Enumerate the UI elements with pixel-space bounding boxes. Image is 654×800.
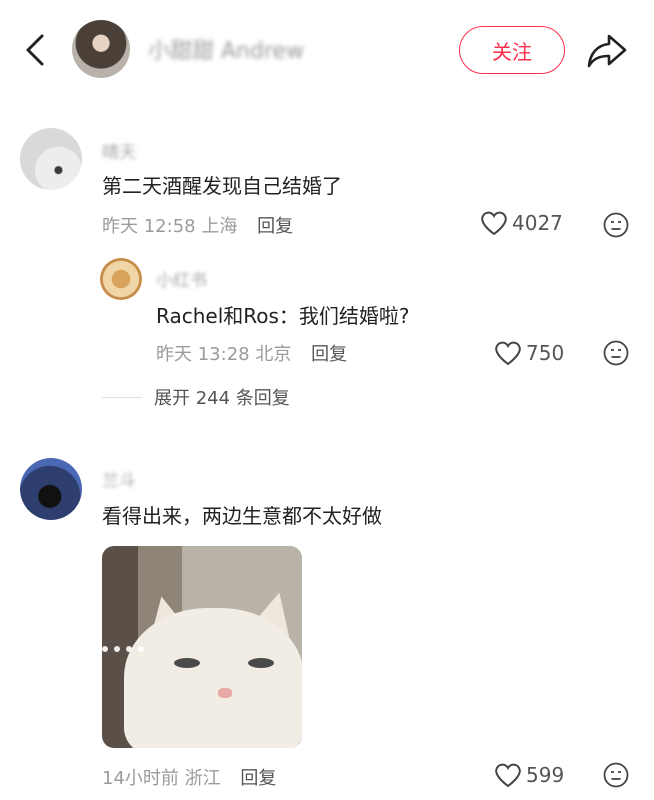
comment-time: 14小时前 [102,768,179,789]
like-button[interactable]: 750 [494,340,564,366]
reply-text: Rachel和Ros：我们结婚啦? [156,304,410,328]
reply-avatar[interactable] [100,258,142,300]
comment-text: 第二天酒醒发现自己结婚了 [102,174,342,198]
follow-button[interactable]: 关注 [459,26,565,74]
comment-avatar[interactable] [20,128,82,190]
like-count: 4027 [512,211,563,235]
reply-username[interactable]: 小红书 [156,266,207,291]
comment-text: 看得出来，两边生意都不太好做 [102,504,382,528]
cat-eye [248,658,274,668]
comment-username[interactable]: 晴天 [102,138,136,163]
like-count: 750 [526,341,565,365]
expand-divider [102,396,142,398]
reply-location: 北京 [255,344,292,365]
reply-button[interactable]: 回复 [257,216,293,237]
like-count: 599 [526,763,565,787]
reply-button[interactable]: 回复 [311,344,347,365]
author-name[interactable]: 小甜甜 Andrew [148,33,304,65]
comment-username[interactable]: 兰斗 [102,466,136,491]
expand-replies-button[interactable]: 展开 244 条回复 [102,384,290,410]
back-icon[interactable] [18,30,54,70]
cat-eye [174,658,200,668]
expand-replies-label: 展开 244 条回复 [154,388,290,409]
share-icon[interactable] [585,30,629,70]
neutral-face-icon[interactable] [603,212,629,238]
comment-location: 上海 [201,216,238,237]
comment-time: 昨天 12:58 [102,216,196,237]
neutral-face-icon[interactable] [603,340,629,366]
cat-head [124,608,302,748]
post-header: 小甜甜 Andrew 关注 [0,0,654,100]
comment-meta: 14小时前 浙江 回复 [102,764,276,790]
heart-icon [495,341,521,366]
reply-button[interactable]: 回复 [240,768,276,789]
like-button[interactable]: 599 [494,762,564,788]
heart-icon [495,763,521,788]
author-avatar[interactable] [72,20,130,78]
cat-nose [218,688,232,698]
image-dots [102,646,144,652]
reply-time: 昨天 13:28 [156,344,250,365]
comment-meta: 昨天 12:58 上海 回复 [102,212,293,238]
heart-icon [481,211,507,236]
neutral-face-icon[interactable] [603,762,629,788]
like-button[interactable]: 4027 [480,210,563,236]
reply-meta: 昨天 13:28 北京 回复 [156,340,347,366]
comment-avatar[interactable] [20,458,82,520]
comment-location: 浙江 [184,768,221,789]
